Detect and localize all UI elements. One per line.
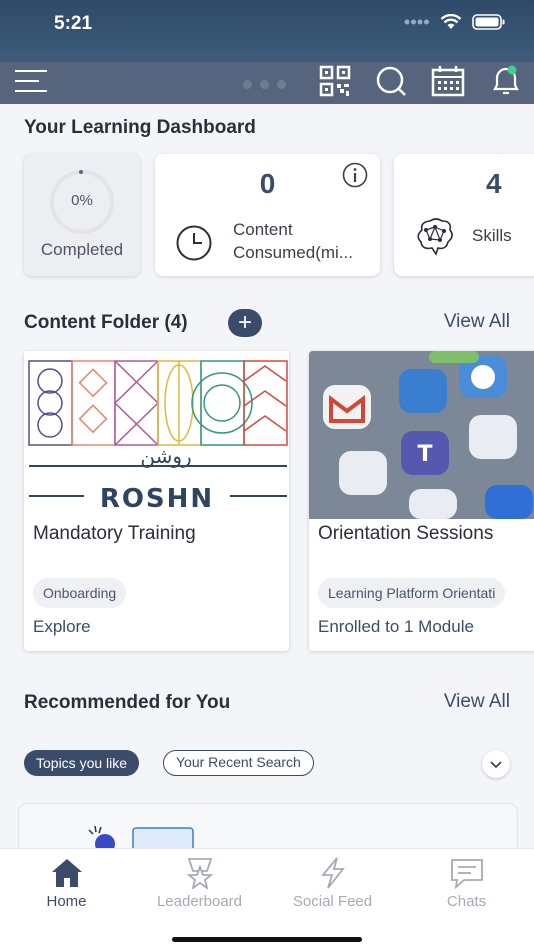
brain-network-icon xyxy=(417,218,453,256)
trophy-icon xyxy=(186,858,213,889)
dashboard-title: Your Learning Dashboard xyxy=(24,117,256,138)
nav-leaderboard[interactable]: Leaderboard xyxy=(133,857,266,910)
folder-enrolled-status[interactable]: Enrolled to 1 Module xyxy=(318,617,474,637)
completed-label: Completed xyxy=(40,240,124,259)
page-dots xyxy=(243,80,286,89)
add-folder-button[interactable]: + xyxy=(228,309,262,337)
nav-label: Chats xyxy=(446,893,487,910)
signal-icon xyxy=(404,19,429,25)
recommended-title: Recommended for You xyxy=(24,692,231,713)
course-illustration xyxy=(88,825,194,848)
folder-explore-link[interactable]: Explore xyxy=(33,617,91,637)
nav-chats[interactable]: Chats xyxy=(400,857,533,910)
folder-tag: Onboarding xyxy=(33,578,127,608)
completed-percent: 0% xyxy=(71,192,93,209)
clock-icon xyxy=(176,225,212,261)
skills-label: Skills xyxy=(472,226,512,245)
content-folder-title: Content Folder (4) xyxy=(24,312,188,333)
nav-label: Social Feed xyxy=(292,893,373,910)
nav-home[interactable]: Home xyxy=(0,857,133,910)
folder-card-orientation-sessions[interactable]: T Orientation Sessions Learning Platform… xyxy=(309,351,534,651)
folder-card-mandatory-training[interactable]: روشن ROSHN Mandatory Training Onboarding… xyxy=(24,351,289,651)
content-folder-view-all[interactable]: View All xyxy=(444,311,510,333)
home-indicator xyxy=(172,937,362,942)
battery-icon xyxy=(472,14,505,30)
lightning-icon xyxy=(320,857,345,889)
search-icon[interactable] xyxy=(374,65,408,97)
folder-title: Mandatory Training xyxy=(33,523,196,544)
status-icons xyxy=(404,14,506,30)
progress-ring-dot xyxy=(79,170,83,174)
home-icon xyxy=(51,859,82,887)
nav-label: Leaderboard xyxy=(156,893,243,910)
folder-tag: Learning Platform Orientati xyxy=(318,578,506,608)
app-header xyxy=(0,62,534,104)
wifi-icon xyxy=(440,14,462,29)
completed-card[interactable]: 0% Completed xyxy=(24,154,140,276)
chip-recent-search[interactable]: Your Recent Search xyxy=(163,750,314,776)
chip-topics-you-like[interactable]: Topics you like xyxy=(24,750,140,776)
qr-code-icon[interactable] xyxy=(318,65,352,97)
content-consumed-card[interactable]: 0 Content Consumed(mi... xyxy=(155,154,380,276)
status-time: 5:21 xyxy=(54,13,93,34)
folder-title: Orientation Sessions xyxy=(318,523,494,544)
nav-label: Home xyxy=(46,893,87,910)
main-content: Your Learning Dashboard 0% Completed 0 C… xyxy=(0,104,534,848)
notification-bell-icon[interactable] xyxy=(489,65,523,97)
chevron-down-icon xyxy=(490,761,502,769)
svg-text:روشن: روشن xyxy=(140,444,191,468)
status-bar: 5:21 xyxy=(0,0,534,62)
svg-text:T: T xyxy=(417,442,432,467)
calendar-icon[interactable] xyxy=(431,65,465,97)
menu-icon[interactable] xyxy=(14,66,48,96)
plus-icon: + xyxy=(237,309,252,336)
expand-button[interactable] xyxy=(482,750,510,778)
info-icon[interactable] xyxy=(342,162,368,188)
roshn-logo-image: روشن ROSHN xyxy=(24,351,289,519)
nav-social-feed[interactable]: Social Feed xyxy=(266,857,399,910)
skills-value: 4 xyxy=(486,168,502,199)
consumed-label: Content Consumed(mi... xyxy=(233,220,353,262)
recommended-card[interactable] xyxy=(18,803,518,848)
recommended-view-all[interactable]: View All xyxy=(444,691,510,713)
svg-text:ROSHN: ROSHN xyxy=(100,484,214,514)
phone-apps-photo: T xyxy=(309,351,534,519)
skills-card[interactable]: 4 Skills xyxy=(394,154,534,276)
chat-icon xyxy=(450,859,483,889)
bottom-nav: Home Leaderboard Social Feed Chats xyxy=(0,848,534,950)
